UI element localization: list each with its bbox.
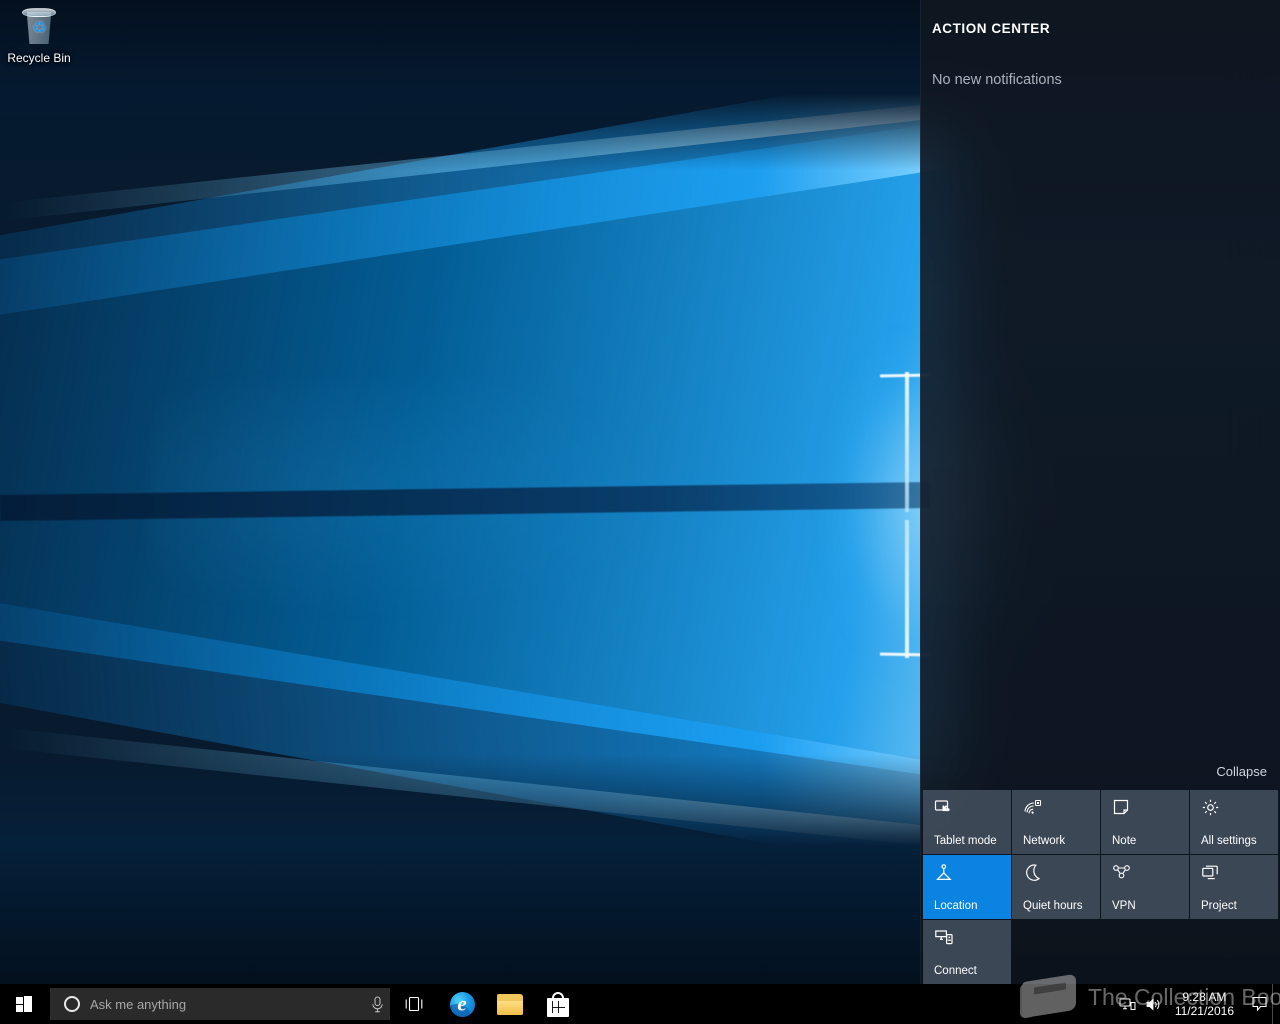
store-button[interactable] [534, 984, 582, 1024]
project-icon [1201, 863, 1223, 885]
cortana-icon [64, 996, 80, 1012]
collapse-link[interactable]: Collapse [1216, 764, 1267, 779]
wallpaper-frame-edge-lower [905, 520, 909, 658]
quick-action-label: Note [1112, 835, 1189, 848]
quick-action-vpn[interactable]: VPN [1101, 855, 1189, 919]
action-center-title: ACTION CENTER [921, 0, 1280, 36]
quick-action-location[interactable]: Location [923, 855, 1011, 919]
quick-action-label: Quiet hours [1023, 900, 1100, 913]
clock[interactable]: 9:28 AM 11/21/2016 [1167, 990, 1246, 1018]
folder-icon [497, 994, 523, 1015]
edge-icon [450, 992, 475, 1017]
action-center-tray-button[interactable] [1246, 984, 1272, 1024]
action-center-panel: ACTION CENTER No new notifications Colla… [920, 0, 1280, 984]
action-center-icon [1251, 996, 1268, 1012]
gear-icon [1201, 798, 1223, 820]
note-icon [1112, 798, 1134, 820]
volume-tray-icon[interactable] [1141, 984, 1167, 1024]
microphone-icon[interactable] [364, 996, 390, 1013]
quick-action-network[interactable]: Network [1012, 790, 1100, 854]
clock-date: 11/21/2016 [1175, 1004, 1234, 1018]
collapse-row: Collapse [921, 764, 1280, 790]
quick-action-label: Tablet mode [934, 835, 1011, 848]
edge-button[interactable] [438, 984, 486, 1024]
quick-action-label: Network [1023, 835, 1100, 848]
quick-action-label: Location [934, 900, 1011, 913]
quick-action-label: All settings [1201, 835, 1278, 848]
action-center-notification-area [921, 88, 1280, 764]
moon-icon [1023, 863, 1045, 885]
quick-action-label: Project [1201, 900, 1278, 913]
quick-action-label: VPN [1112, 900, 1189, 913]
start-button[interactable] [0, 984, 48, 1024]
quick-action-project[interactable]: Project [1190, 855, 1278, 919]
taskbar: Ask me anything [0, 984, 1280, 1024]
connect-icon [934, 928, 956, 950]
task-view-button[interactable] [390, 984, 438, 1024]
search-placeholder: Ask me anything [90, 997, 364, 1012]
quick-action-tablet-mode[interactable]: Tablet mode [923, 790, 1011, 854]
store-bag-icon [547, 992, 569, 1017]
quick-action-note[interactable]: Note [1101, 790, 1189, 854]
quick-action-label: Connect [934, 965, 1011, 978]
desktop-icon-recycle-bin[interactable]: ♻ Recycle Bin [4, 6, 74, 78]
no-notifications-message: No new notifications [921, 36, 1280, 88]
system-tray: 9:28 AM 11/21/2016 [1115, 984, 1280, 1024]
network-tray-icon[interactable] [1115, 984, 1141, 1024]
quick-actions-grid: Tablet mode Network [921, 790, 1280, 984]
task-view-icon [404, 996, 424, 1012]
tablet-mode-icon [934, 798, 956, 820]
wallpaper-frame-edge-upper [905, 372, 909, 512]
quick-action-connect[interactable]: Connect [923, 920, 1011, 984]
show-desktop-button[interactable] [1272, 984, 1280, 1024]
quick-action-quiet-hours[interactable]: Quiet hours [1012, 855, 1100, 919]
quick-action-all-settings[interactable]: All settings [1190, 790, 1278, 854]
windows-logo-icon [16, 996, 33, 1013]
desktop-icon-label: Recycle Bin [7, 51, 70, 65]
network-wifi-icon [1023, 798, 1045, 820]
vpn-icon [1112, 863, 1134, 885]
location-icon [934, 863, 956, 885]
search-input[interactable]: Ask me anything [50, 988, 390, 1020]
recycle-bin-icon: ♻ [18, 6, 60, 48]
clock-time: 9:28 AM [1175, 990, 1234, 1004]
file-explorer-button[interactable] [486, 984, 534, 1024]
